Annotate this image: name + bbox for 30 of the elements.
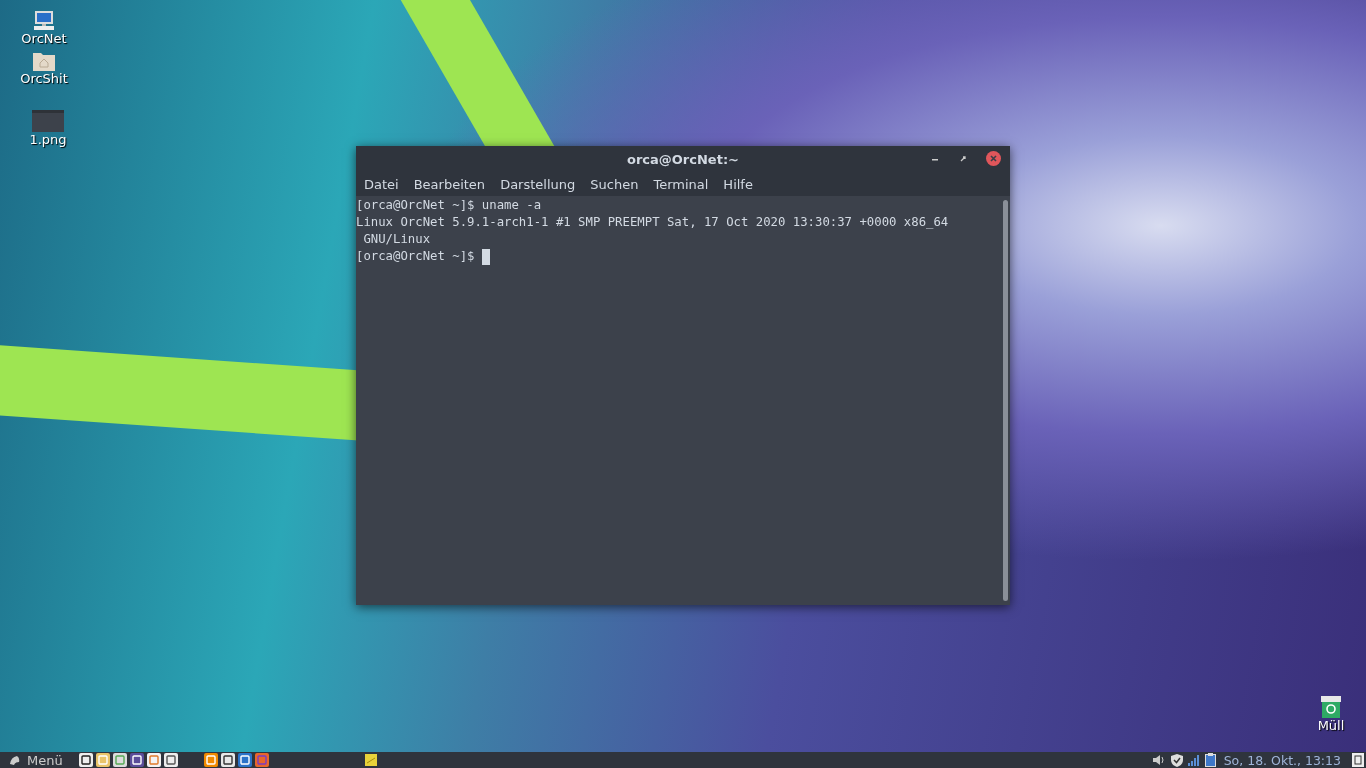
- home-folder-icon: [33, 51, 55, 71]
- terminal-line: GNU/Linux: [362, 231, 431, 248]
- clipboard-icon[interactable]: [1204, 753, 1216, 767]
- menu-item[interactable]: Darstellung: [493, 176, 584, 192]
- volume-icon[interactable]: [1151, 754, 1166, 766]
- clock[interactable]: So, 18. Okt., 13:13: [1223, 752, 1341, 768]
- icon-label[interactable]: OrcShit: [20, 71, 68, 87]
- close-icon[interactable]: [986, 151, 1001, 166]
- icon-label[interactable]: 1.png: [29, 132, 67, 148]
- menu-item[interactable]: Hilfe: [716, 176, 761, 192]
- terminal-line: Linux OrcNet 5.9.1-arch1-1 #1 SMP PREEMPT Sat, 17 Oct 2020 13:30:37 +0000 x86_64: [356, 214, 949, 231]
- menu-item[interactable]: Bearbeiten: [406, 176, 494, 192]
- shield-icon[interactable]: [1170, 753, 1183, 767]
- show-desktop-icon[interactable]: [1352, 753, 1364, 767]
- notes-icon[interactable]: [364, 754, 377, 766]
- image-thumbnail-icon: [32, 110, 64, 132]
- menu-item[interactable]: Datei: [357, 176, 407, 192]
- trash-icon: [1321, 696, 1341, 718]
- computer-icon: [33, 11, 55, 31]
- scrollbar[interactable]: [1003, 200, 1008, 601]
- maximize-icon[interactable]: [958, 153, 968, 164]
- terminal-line: [orca@OrcNet ~]$ uname -a: [356, 197, 542, 214]
- icon-label[interactable]: OrcNet: [21, 31, 67, 47]
- window-title: orca@OrcNet:~: [627, 151, 739, 167]
- terminal-line: [orca@OrcNet ~]$: [356, 248, 476, 265]
- menu-item[interactable]: Terminal: [646, 176, 717, 192]
- menu-item[interactable]: Suchen: [583, 176, 647, 192]
- icon-label[interactable]: Müll: [1317, 718, 1345, 734]
- menu-button[interactable]: Menü: [0, 752, 67, 768]
- signal-icon[interactable]: [1187, 754, 1200, 766]
